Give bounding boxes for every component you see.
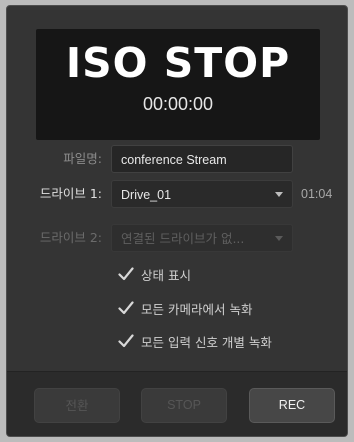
drive1-select[interactable]: Drive_01 [111,180,293,208]
checkmark-icon [118,267,134,281]
drive1-label: 드라이브 1: [39,186,102,201]
drive1-selected-value: Drive_01 [121,188,172,202]
chevron-down-icon [275,192,283,197]
stop-button[interactable]: STOP [141,388,227,423]
checkbox-label: 모든 카메라에서 녹화 [141,301,253,317]
cut-button[interactable]: 전환 [34,388,120,423]
button-bar: 전환 STOP REC [7,371,347,436]
chevron-down-icon [275,236,283,241]
drive2-select[interactable]: 연결된 드라이브가 없... [111,224,293,252]
filename-label: 파일명: [63,151,102,166]
checkbox-label: 상태 표시 [141,267,191,283]
drive1-remaining-time: 01:04 [301,187,333,201]
checkbox-record-all-cameras[interactable]: 모든 카메라에서 녹화 [117,298,252,318]
checkbox-record-all-inputs[interactable]: 모든 입력 신호 개별 녹화 [117,331,272,351]
checkbox-status-display[interactable]: 상태 표시 [117,264,191,284]
checkmark-icon [118,334,134,348]
checkbox-label: 모든 입력 신호 개별 녹화 [141,334,272,350]
record-timecode: 00:00:00 [142,94,214,114]
drive2-label: 드라이브 2: [39,230,102,245]
record-status-title: ISO STOP [65,39,291,87]
rec-button[interactable]: REC [249,388,335,423]
checkmark-icon [118,301,134,315]
filename-input[interactable]: conference Stream [111,145,293,173]
drive2-selected-value: 연결된 드라이브가 없... [121,231,245,246]
record-status-display: ISO STOP 00:00:00 [36,29,320,140]
recording-panel: ISO STOP 00:00:00 파일명: conference Stream… [6,5,348,437]
